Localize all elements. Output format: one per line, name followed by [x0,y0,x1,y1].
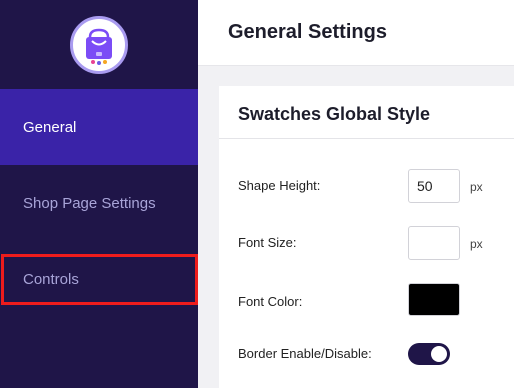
panel-divider [219,138,514,139]
sidebar-item-label: Controls [23,270,79,288]
shopping-bag-icon [86,28,112,65]
panel-title: Swatches Global Style [238,104,431,124]
font-color-picker[interactable] [408,283,460,316]
font-size-unit: px [470,237,483,251]
sidebar: General Shop Page Settings Controls [0,0,198,388]
sidebar-item-label: General [23,118,77,136]
shape-height-label: Shape Height: [238,178,321,193]
logo [0,0,198,89]
border-toggle[interactable] [408,343,450,365]
toggle-knob [431,346,447,362]
sidebar-item-general[interactable]: General [0,89,198,165]
shape-height-unit: px [470,180,483,194]
font-color-label: Font Color: [238,294,303,309]
shape-height-input[interactable] [408,169,460,203]
page-header: General Settings [198,0,514,66]
font-size-label: Font Size: [238,235,297,250]
sidebar-item-controls[interactable]: Controls [0,241,198,317]
sidebar-item-shop-page-settings[interactable]: Shop Page Settings [0,165,198,241]
settings-panel: Swatches Global Style Shape Height: px F… [219,86,514,388]
border-toggle-label: Border Enable/Disable: [238,346,372,361]
sidebar-item-label: Shop Page Settings [23,194,156,212]
logo-badge [70,15,128,74]
page-title: General Settings [228,21,387,43]
font-size-input[interactable] [408,226,460,260]
